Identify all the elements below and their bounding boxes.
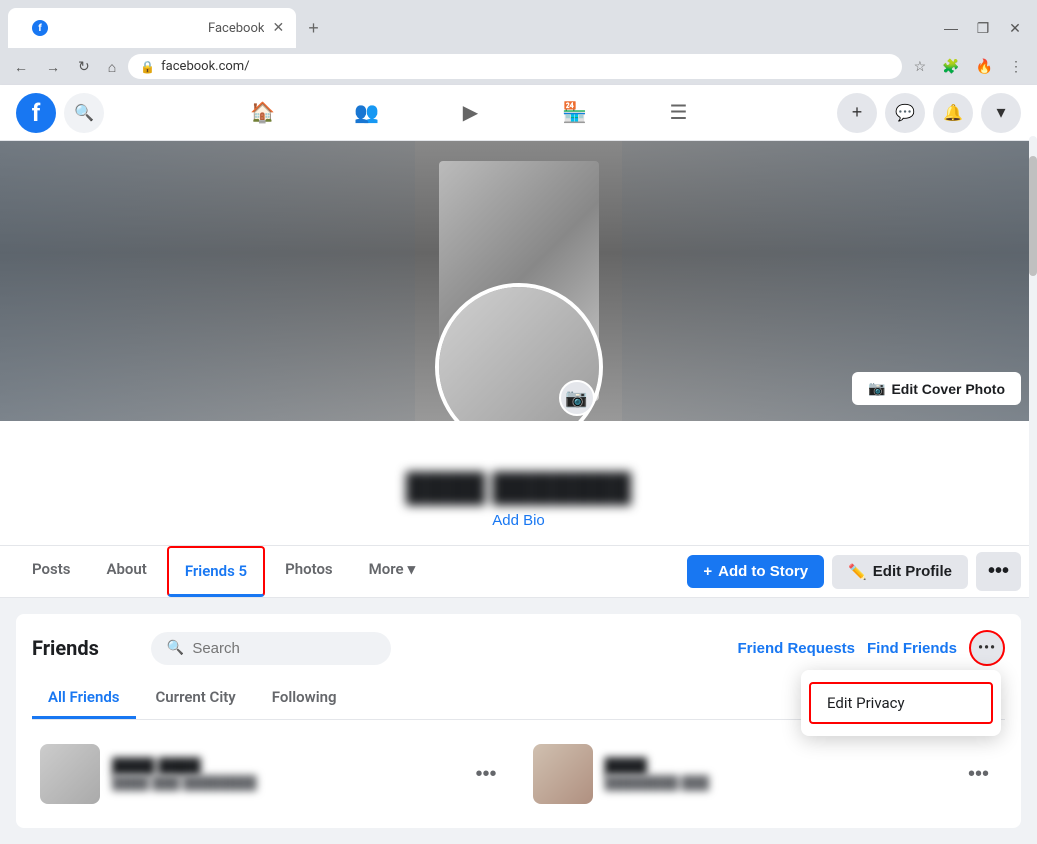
friend-info: ████ ████████ ███ <box>605 757 948 791</box>
friends-search-input[interactable] <box>192 640 375 657</box>
profile-navigation: Posts About Friends 5 Photos More ▾ + Ad… <box>0 546 1037 598</box>
friend-more-button[interactable]: ••• <box>467 759 504 790</box>
friends-search-box[interactable]: 🔍 <box>151 632 391 665</box>
friend-avatar <box>40 744 100 804</box>
bell-icon: 🔔 <box>943 103 963 123</box>
watch-nav-button[interactable]: ▶ <box>421 89 521 137</box>
scrollbar-thumb[interactable] <box>1029 156 1037 276</box>
home-nav-button[interactable]: 🏠 <box>213 89 313 137</box>
pencil-icon: ✏️ <box>848 563 867 581</box>
search-icon: 🔍 <box>74 103 94 122</box>
add-to-story-button[interactable]: + Add to Story <box>687 555 824 588</box>
browser-favicon: f <box>20 14 200 42</box>
url-text: facebook.com/ <box>161 59 889 74</box>
profile-name: ████ ███████ <box>0 471 1037 504</box>
tab-close-button[interactable]: ✕ <box>272 20 284 36</box>
profile-info-section: ████ ███████ Add Bio <box>0 421 1037 546</box>
profile-more-button[interactable]: ••• <box>976 552 1021 591</box>
plus-story-icon: + <box>703 563 712 580</box>
friends-search-icon: 🔍 <box>167 640 184 656</box>
back-button[interactable]: ← <box>8 55 34 79</box>
edit-privacy-button[interactable]: Edit Privacy <box>809 682 993 724</box>
friends-section: Friends 🔍 Friend Requests Find Friends •… <box>16 614 1021 828</box>
edit-cover-label: Edit Cover Photo <box>891 381 1005 397</box>
friends-section-title: Friends <box>32 636 99 660</box>
maximize-button[interactable]: ❐ <box>969 14 997 42</box>
friend-info: ████ ████ ████ ███ ████████ <box>112 757 455 791</box>
friend-card[interactable]: ████ ████████ ███ ••• <box>525 736 1006 812</box>
home-button[interactable]: ⌂ <box>102 55 122 79</box>
home-icon: 🏠 <box>250 100 275 125</box>
friends-icon: 👥 <box>354 100 379 125</box>
add-bio-button[interactable]: Add Bio <box>484 508 553 533</box>
ellipsis-icon: ••• <box>978 640 996 656</box>
friend-requests-button[interactable]: Friend Requests <box>737 640 855 657</box>
bookmark-button[interactable]: ☆ <box>908 56 933 77</box>
cover-photo-section: 📷 📷 Edit Cover Photo <box>0 141 1037 421</box>
account-menu-button[interactable]: ▾ <box>981 93 1021 133</box>
notifications-button[interactable]: 🔔 <box>933 93 973 133</box>
avatar-camera-button[interactable]: 📷 <box>559 380 595 416</box>
friends-actions: Friend Requests Find Friends ••• <box>737 630 1005 666</box>
add-to-story-label: Add to Story <box>718 563 808 580</box>
watch-icon: ▶ <box>463 100 478 125</box>
friend-name: ████ <box>605 757 948 775</box>
profile-nav-friends[interactable]: Friends 5 <box>167 546 265 597</box>
browser-tab-title: Facebook <box>208 21 264 36</box>
profile-nav-about[interactable]: About <box>90 546 162 597</box>
edit-cover-photo-button[interactable]: 📷 Edit Cover Photo <box>852 372 1021 405</box>
close-button[interactable]: ✕ <box>1001 14 1029 42</box>
profile-nav-photos[interactable]: Photos <box>269 546 349 597</box>
friends-tab-current-city[interactable]: Current City <box>140 678 252 719</box>
more-chevron-icon: ▾ <box>408 560 416 578</box>
new-tab-button[interactable]: + <box>300 14 327 43</box>
friend-mutual: ████ ███ ████████ <box>112 775 455 791</box>
search-button[interactable]: 🔍 <box>64 93 104 133</box>
reload-button[interactable]: ↻ <box>72 54 96 79</box>
profile-content-area: Friends 🔍 Friend Requests Find Friends •… <box>0 598 1037 844</box>
friends-more-button[interactable]: ••• <box>969 630 1005 666</box>
messenger-icon: 💬 <box>895 103 915 123</box>
facebook-logo[interactable]: f <box>16 93 56 133</box>
plus-icon: + <box>852 102 863 123</box>
browser-menu-button[interactable]: ⋮ <box>1003 56 1029 77</box>
scrollbar[interactable] <box>1029 136 1037 716</box>
find-friends-button[interactable]: Find Friends <box>867 640 957 657</box>
marketplace-icon: 🏪 <box>562 100 587 125</box>
edit-profile-button[interactable]: ✏️ Edit Profile <box>832 555 968 589</box>
profile-nav-posts[interactable]: Posts <box>16 546 86 597</box>
camera-icon: 📷 <box>565 388 587 409</box>
profile-button[interactable]: 🔥 <box>970 56 999 77</box>
friends-dropdown-popup: Edit Privacy <box>801 670 1001 736</box>
friends-tab-following[interactable]: Following <box>256 678 353 719</box>
minimize-button[interactable]: — <box>937 14 965 42</box>
address-bar[interactable]: 🔒 facebook.com/ <box>128 54 901 79</box>
friends-header: Friends 🔍 Friend Requests Find Friends •… <box>32 630 1005 666</box>
create-button[interactable]: + <box>837 93 877 133</box>
edit-profile-label: Edit Profile <box>873 563 952 580</box>
lock-icon: 🔒 <box>140 60 155 74</box>
friends-tab-all[interactable]: All Friends <box>32 678 136 719</box>
marketplace-nav-button[interactable]: 🏪 <box>525 89 625 137</box>
friend-mutual: ████████ ███ <box>605 775 948 791</box>
menu-nav-button[interactable]: ☰ <box>629 89 729 137</box>
forward-button[interactable]: → <box>40 55 66 79</box>
profile-nav-more[interactable]: More ▾ <box>353 546 431 597</box>
extensions-button[interactable]: 🧩 <box>936 56 965 77</box>
friend-more-button[interactable]: ••• <box>960 759 997 790</box>
friends-nav-button[interactable]: 👥 <box>317 89 417 137</box>
friend-avatar <box>533 744 593 804</box>
messenger-button[interactable]: 💬 <box>885 93 925 133</box>
camera-edit-icon: 📷 <box>868 380 885 397</box>
friend-card[interactable]: ████ ████ ████ ███ ████████ ••• <box>32 736 513 812</box>
dropdown-icon: ▾ <box>996 102 1005 123</box>
friends-grid: ████ ████ ████ ███ ████████ ••• ████ ███… <box>32 736 1005 812</box>
menu-icon: ☰ <box>670 100 688 125</box>
profile-avatar-wrapper: 📷 <box>435 283 603 421</box>
friend-name: ████ ████ <box>112 757 455 775</box>
